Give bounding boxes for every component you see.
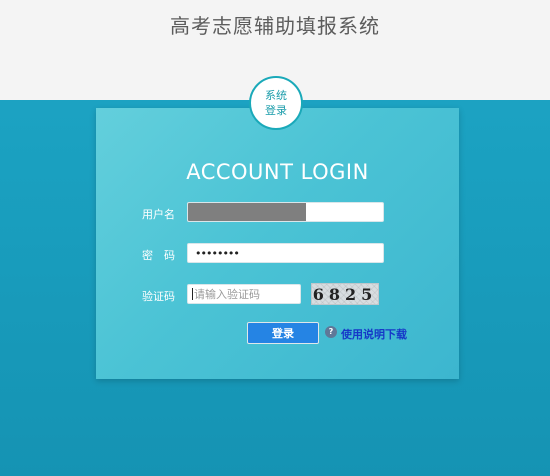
password-field[interactable]: ••••••••: [187, 243, 384, 263]
captcha-field[interactable]: 请输入验证码: [187, 284, 301, 304]
username-field[interactable]: [187, 202, 384, 222]
login-heading: ACCOUNT LOGIN: [186, 160, 369, 184]
password-label: 密 码: [142, 249, 175, 262]
badge-line-1: 系统: [265, 89, 287, 102]
badge-line-2: 登录: [265, 104, 287, 117]
captcha-placeholder: 请输入验证码: [194, 288, 260, 301]
captcha-label: 验证码: [142, 290, 175, 303]
username-label: 用户名: [142, 208, 175, 221]
login-badge: 系统 登录: [249, 76, 303, 130]
help-icon: ?: [325, 326, 337, 338]
captcha-image[interactable]: 6825: [311, 283, 379, 305]
captcha-code: 6825: [312, 284, 378, 304]
manual-download-link[interactable]: 使用说明下载: [341, 326, 407, 342]
redacted-username: [188, 203, 306, 221]
text-caret: [192, 288, 193, 300]
login-panel: ACCOUNT LOGIN 用户名 密 码 •••••••• 验证码 请输入验证…: [96, 108, 459, 379]
login-button[interactable]: 登录: [247, 322, 319, 344]
app-title: 高考志愿辅助填报系统: [170, 14, 380, 38]
